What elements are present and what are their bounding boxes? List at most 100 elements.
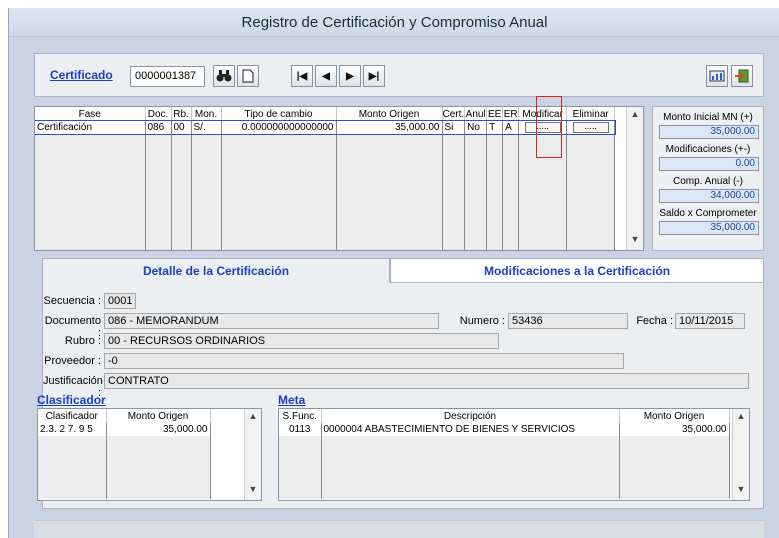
window-title: Registro de Certificación y Compromiso A… [9,8,779,37]
cell-sfunc: 0113 [279,423,322,436]
prev-record-button[interactable]: ◀ [315,65,337,87]
numero-label: Numero : [459,315,505,327]
col-cert[interactable]: Cert. [442,107,466,121]
scroll-down-icon[interactable]: ▼ [245,484,261,498]
cell-mon: S/. [191,121,222,134]
grid-scrollbar[interactable]: ▲ ▼ [626,107,643,250]
meta-grid[interactable]: S.Func. Descripción Monto Origen 0113 00… [278,408,750,501]
modificaciones-label: Modificaciones (+-) [665,144,751,155]
clasificador-header-row: Clasificador Monto Origen [38,409,211,423]
scroll-down-icon[interactable]: ▼ [627,234,643,248]
tab-detalle[interactable]: Detalle de la Certificación [42,258,390,283]
new-document-icon [242,69,254,83]
cell-anul: No [464,121,488,134]
grid-empty-area [279,436,730,499]
table-row[interactable]: 2.3. 2 7. 9 5 35,000.00 [38,423,211,436]
documento-field[interactable]: 086 - MEMORANDUM [104,313,439,329]
col-ee[interactable]: EE [486,107,504,121]
cell-cert: Si [442,121,466,134]
search-button[interactable] [213,65,235,87]
col-meta-monto[interactable]: Monto Origen [619,409,730,423]
scroll-up-icon[interactable]: ▲ [245,411,261,425]
first-record-icon: |◀ [296,70,308,82]
cell-meta-monto: 35,000.00 [619,423,730,436]
next-record-button[interactable]: ▶ [339,65,361,87]
eliminar-button[interactable]: ..... [572,121,609,133]
col-anul[interactable]: Anul [464,107,488,121]
col-tipo-cambio[interactable]: Tipo de cambio [221,107,337,121]
cell-er: A [502,121,520,134]
grid-empty-area [35,134,616,250]
tab-modificaciones[interactable]: Modificaciones a la Certificación [390,258,764,283]
exit-icon [735,69,749,83]
modificaciones-value: 0.00 [659,157,759,171]
rubro-field[interactable]: 00 - RECURSOS ORDINARIOS [104,333,499,349]
clasificador-grid[interactable]: Clasificador Monto Origen 2.3. 2 7. 9 5 … [37,408,262,501]
next-record-icon: ▶ [346,70,354,82]
rubro-label: Rubro : [64,335,101,347]
grid-empty-area [38,436,211,499]
cell-descripcion: 0000004 ABASTECIMIENTO DE BIENES Y SERVI… [321,423,620,436]
exit-button[interactable] [731,65,753,87]
detail-panel: Secuencia : 0001 Documento : 086 - MEMOR… [37,283,764,509]
scroll-up-icon[interactable]: ▲ [733,411,749,425]
col-rb[interactable]: Rb. [171,107,192,121]
toolbar: Certificado 0000001387 |◀ ◀ ▶ ▶| [34,53,764,97]
proveedor-field[interactable]: -0 [104,353,624,369]
col-clasificador-monto[interactable]: Monto Origen [106,409,211,423]
col-fase[interactable]: Fase [35,107,146,121]
proveedor-label: Proveedor : [44,355,101,367]
report-button[interactable] [706,65,728,87]
col-monto-origen[interactable]: Monto Origen [336,107,443,121]
cell-doc: 086 [145,121,172,134]
clasificador-scrollbar[interactable]: ▲ ▼ [244,409,261,500]
highlight-box [536,96,562,158]
tab-bar: Detalle de la Certificación Modificacion… [42,258,764,283]
new-document-button[interactable] [237,65,259,87]
secuencia-field[interactable]: 0001 [104,293,136,309]
fecha-field[interactable]: 10/11/2015 [675,313,745,329]
monto-inicial-value: 35,000.00 [659,125,759,139]
last-record-button[interactable]: ▶| [363,65,385,87]
meta-header-row: S.Func. Descripción Monto Origen [279,409,730,423]
secuencia-label: Secuencia : [43,295,101,307]
col-sfunc[interactable]: S.Func. [279,409,322,423]
col-eliminar[interactable]: Eliminar [566,107,616,121]
summary-panel: Monto Inicial MN (+) 35,000.00 Modificac… [652,106,764,251]
saldo-value: 35,000.00 [659,221,759,235]
comp-anual-label: Comp. Anual (-) [672,176,744,187]
justificacion-field[interactable]: CONTRATO [104,373,749,389]
status-bar [34,520,764,538]
grid-header-row: Fase Doc. Rb. Mon. Tipo de cambio Monto … [35,107,616,121]
col-er[interactable]: ER [502,107,520,121]
numero-field[interactable]: 53436 [508,313,628,329]
saldo-label: Saldo x Comprometer [659,208,757,219]
col-doc[interactable]: Doc. [145,107,172,121]
certificado-link[interactable]: Certificado [50,68,113,82]
col-mon[interactable]: Mon. [191,107,222,121]
prev-record-icon: ◀ [322,70,330,82]
cell-monto: 35,000.00 [336,121,443,134]
comp-anual-value: 34,000.00 [659,189,759,203]
clasificador-link[interactable]: Clasificador [37,393,106,407]
certificate-number-field[interactable]: 0000001387 [130,66,205,87]
table-row[interactable]: 0113 0000004 ABASTECIMIENTO DE BIENES Y … [279,423,730,436]
monto-inicial-label: Monto Inicial MN (+) [663,112,753,123]
last-record-icon: ▶| [368,70,380,82]
report-icon [709,70,725,82]
scroll-up-icon[interactable]: ▲ [627,109,643,123]
scroll-down-icon[interactable]: ▼ [733,484,749,498]
cell-ee: T [486,121,504,134]
col-descripcion[interactable]: Descripción [321,409,620,423]
meta-link[interactable]: Meta [278,393,305,407]
meta-scrollbar[interactable]: ▲ ▼ [732,409,749,500]
cell-clasificador-monto: 35,000.00 [106,423,211,436]
first-record-button[interactable]: |◀ [291,65,313,87]
cell-clasificador-codigo: 2.3. 2 7. 9 5 [38,423,107,436]
cell-fase: Certificación [35,121,146,134]
binoculars-icon [216,70,232,82]
col-clasificador[interactable]: Clasificador [38,409,107,423]
table-row[interactable]: Certificación 086 00 S/. 0.0000000000000… [35,120,616,135]
main-window: Registro de Certificación y Compromiso A… [8,8,779,538]
fecha-label: Fecha : [636,315,673,327]
